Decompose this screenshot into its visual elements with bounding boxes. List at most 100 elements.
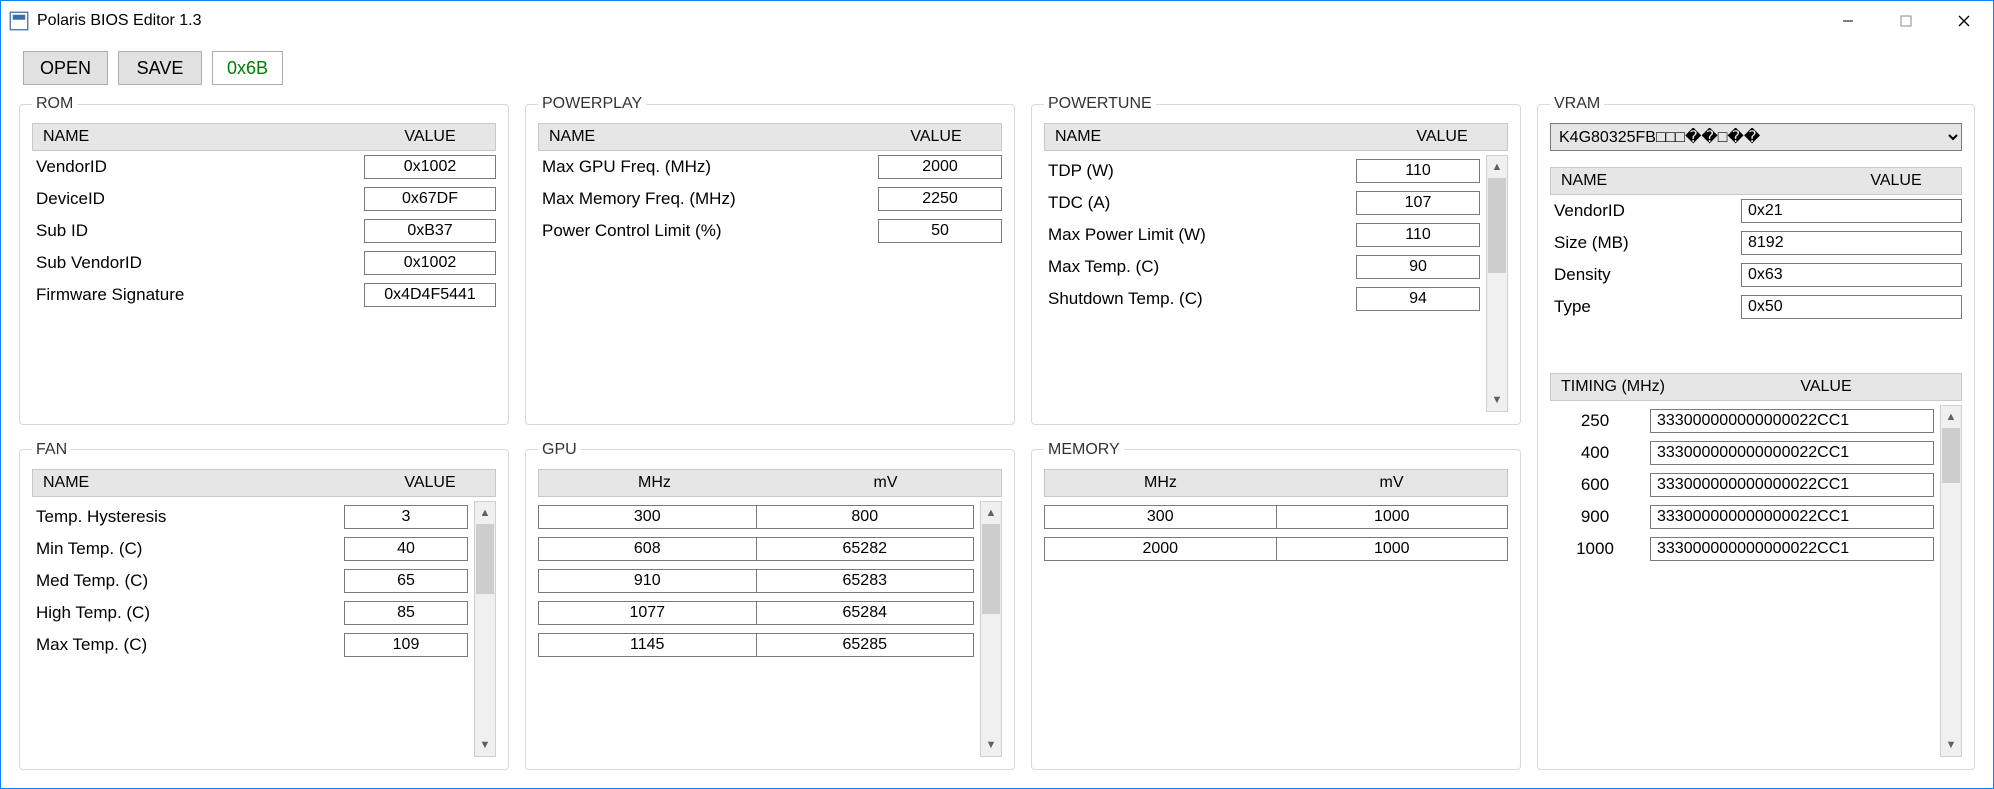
rom-fwsig-input[interactable] [364, 283, 496, 307]
table-row: Density [1550, 259, 1962, 291]
chevron-down-icon[interactable]: ▼ [981, 734, 1001, 756]
timing-input[interactable] [1650, 409, 1934, 433]
timing-header: TIMING (MHz) VALUE [1550, 373, 1962, 401]
table-row [1044, 501, 1508, 533]
gpu-mhz-input[interactable] [538, 537, 757, 561]
memory-header: MHz mV [1044, 469, 1508, 497]
mem-mhz-input[interactable] [1044, 505, 1277, 529]
rom-vendorid-input[interactable] [364, 155, 496, 179]
fan-min-input[interactable] [344, 537, 468, 561]
title-bar: Polaris BIOS Editor 1.3 [1, 1, 1993, 41]
table-row [538, 533, 974, 565]
powertune-legend: POWERTUNE [1044, 95, 1156, 113]
gpu-mv-input[interactable] [757, 537, 975, 561]
fan-group: FAN NAME VALUE Temp. Hysteresis Min Temp… [19, 441, 509, 771]
table-row: Med Temp. (C) [32, 565, 468, 597]
chevron-down-icon[interactable]: ▼ [1941, 734, 1961, 756]
table-row: Max Power Limit (W) [1044, 219, 1480, 251]
fan-hysteresis-input[interactable] [344, 505, 468, 529]
pt-maxtemp-input[interactable] [1356, 255, 1480, 279]
chevron-up-icon[interactable]: ▲ [1487, 156, 1507, 178]
gpu-mv-input[interactable] [757, 505, 975, 529]
close-button[interactable] [1935, 1, 1993, 41]
maximize-button[interactable] [1877, 1, 1935, 41]
memory-group: MEMORY MHz mV [1031, 441, 1521, 771]
vram-module-select[interactable]: K4G80325FB□□□��□�� [1550, 123, 1962, 151]
table-row [538, 629, 974, 661]
rom-subid-input[interactable] [364, 219, 496, 243]
timing-input[interactable] [1650, 473, 1934, 497]
table-row: Power Control Limit (%) [538, 215, 1002, 247]
rom-header: NAME VALUE [32, 123, 496, 151]
toolbar: OPEN SAVE 0x6B [1, 41, 1993, 91]
pp-memfreq-input[interactable] [878, 187, 1002, 211]
rom-subvendorid-input[interactable] [364, 251, 496, 275]
mem-mv-input[interactable] [1277, 537, 1509, 561]
table-row: Max GPU Freq. (MHz) [538, 151, 1002, 183]
vram-type-input[interactable] [1741, 295, 1962, 319]
table-row: Max Temp. (C) [32, 629, 468, 661]
memory-legend: MEMORY [1044, 441, 1124, 459]
chevron-up-icon[interactable]: ▲ [981, 502, 1001, 524]
table-row: Sub ID [32, 215, 496, 247]
rom-deviceid-input[interactable] [364, 187, 496, 211]
table-row: Shutdown Temp. (C) [1044, 283, 1480, 315]
table-row: DeviceID [32, 183, 496, 215]
gpu-mv-input[interactable] [757, 633, 975, 657]
pt-tdp-input[interactable] [1356, 159, 1480, 183]
chevron-down-icon[interactable]: ▼ [1487, 389, 1507, 411]
vram-header: NAME VALUE [1550, 167, 1962, 195]
pp-powerlimit-input[interactable] [878, 219, 1002, 243]
pt-shutdowntemp-input[interactable] [1356, 287, 1480, 311]
chevron-up-icon[interactable]: ▲ [1941, 406, 1961, 428]
timing-input[interactable] [1650, 505, 1934, 529]
chevron-up-icon[interactable]: ▲ [475, 502, 495, 524]
fan-scrollbar[interactable]: ▲ ▼ [474, 501, 496, 758]
gpu-mv-input[interactable] [757, 601, 975, 625]
table-row: Max Memory Freq. (MHz) [538, 183, 1002, 215]
fan-med-input[interactable] [344, 569, 468, 593]
powerplay-legend: POWERPLAY [538, 95, 646, 113]
fan-high-input[interactable] [344, 601, 468, 625]
table-row [1044, 533, 1508, 565]
chevron-down-icon[interactable]: ▼ [475, 734, 495, 756]
checksum-badge: 0x6B [212, 51, 283, 85]
table-row: TDC (A) [1044, 187, 1480, 219]
gpu-mhz-input[interactable] [538, 633, 757, 657]
fan-max-input[interactable] [344, 633, 468, 657]
pp-gpufreq-input[interactable] [878, 155, 1002, 179]
gpu-scrollbar[interactable]: ▲ ▼ [980, 501, 1002, 758]
table-row: Size (MB) [1550, 227, 1962, 259]
gpu-mv-input[interactable] [757, 569, 975, 593]
mem-mhz-input[interactable] [1044, 537, 1277, 561]
open-button[interactable]: OPEN [23, 51, 108, 85]
table-row [538, 565, 974, 597]
powertune-header: NAME VALUE [1044, 123, 1508, 151]
table-row: Min Temp. (C) [32, 533, 468, 565]
fan-header: NAME VALUE [32, 469, 496, 497]
timing-input[interactable] [1650, 537, 1934, 561]
table-row [538, 597, 974, 629]
timing-scrollbar[interactable]: ▲ ▼ [1940, 405, 1962, 757]
powerplay-group: POWERPLAY NAME VALUE Max GPU Freq. (MHz)… [525, 95, 1015, 425]
minimize-button[interactable] [1819, 1, 1877, 41]
timing-input[interactable] [1650, 441, 1934, 465]
table-row: 600 [1550, 469, 1934, 501]
vram-legend: VRAM [1550, 95, 1604, 113]
save-button[interactable]: SAVE [118, 51, 202, 85]
rom-group: ROM NAME VALUE VendorID DeviceID Sub ID … [19, 95, 509, 425]
pt-tdc-input[interactable] [1356, 191, 1480, 215]
gpu-mhz-input[interactable] [538, 569, 757, 593]
table-row: Temp. Hysteresis [32, 501, 468, 533]
table-row: Firmware Signature [32, 279, 496, 311]
fan-legend: FAN [32, 441, 71, 459]
table-row: 400 [1550, 437, 1934, 469]
gpu-mhz-input[interactable] [538, 505, 757, 529]
vram-density-input[interactable] [1741, 263, 1962, 287]
gpu-mhz-input[interactable] [538, 601, 757, 625]
vram-size-input[interactable] [1741, 231, 1962, 255]
vram-vendorid-input[interactable] [1741, 199, 1962, 223]
powertune-scrollbar[interactable]: ▲ ▼ [1486, 155, 1508, 412]
mem-mv-input[interactable] [1277, 505, 1509, 529]
pt-maxpower-input[interactable] [1356, 223, 1480, 247]
